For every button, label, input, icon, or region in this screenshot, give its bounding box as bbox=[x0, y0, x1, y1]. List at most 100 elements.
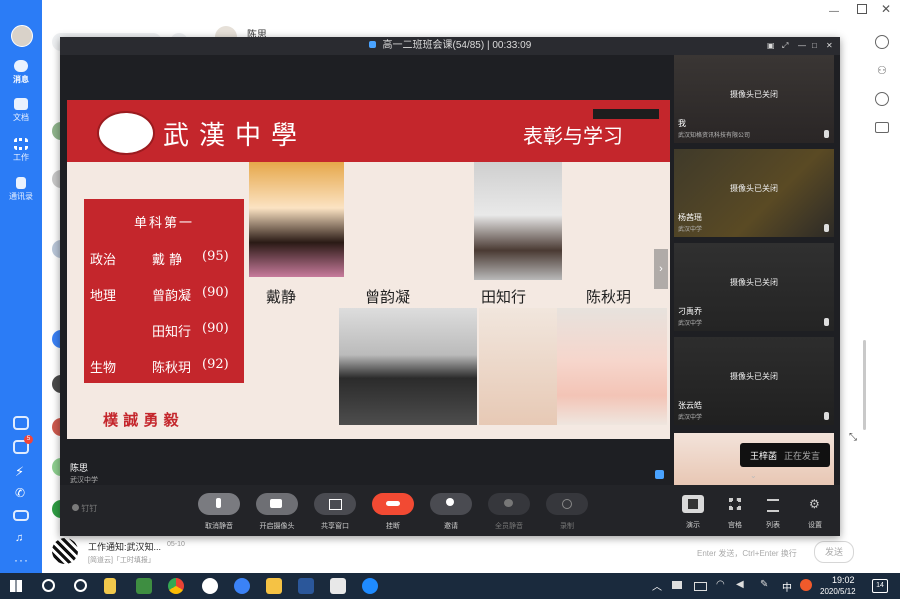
task-view-icon[interactable] bbox=[74, 579, 87, 592]
participant-tile[interactable]: 摄像头已关闭 我 武汉知格资讯科技有限公司 bbox=[674, 55, 834, 143]
close-button[interactable]: ✕ bbox=[826, 37, 833, 55]
sidebar-item-work[interactable]: 工作 bbox=[0, 138, 42, 163]
subject-label: 地理 bbox=[90, 289, 117, 304]
tray-chevron-icon[interactable]: ︿ bbox=[652, 578, 662, 593]
add-member-icon[interactable]: ⚇ bbox=[877, 64, 887, 77]
mic-muted-icon bbox=[824, 130, 829, 138]
slide-title: 表彰与学习 bbox=[523, 124, 623, 148]
notification-center-icon[interactable]: 14 bbox=[872, 579, 888, 593]
participant-name: 杨茜瑶 bbox=[678, 213, 702, 222]
scrollbar[interactable] bbox=[863, 340, 866, 430]
brand-label: 钉钉 bbox=[81, 504, 98, 513]
file-explorer-icon[interactable] bbox=[266, 578, 282, 594]
dingtalk-app-icon[interactable] bbox=[362, 578, 378, 594]
user-avatar[interactable] bbox=[11, 25, 33, 47]
sidebar-item-messages[interactable]: 消息 bbox=[0, 60, 42, 85]
volume-icon[interactable]: ◀ bbox=[736, 579, 744, 590]
student-score: (90) bbox=[202, 285, 229, 300]
clock-time[interactable]: 19:02 bbox=[832, 575, 855, 585]
minimize-button[interactable]: — bbox=[829, 6, 839, 17]
slide-decoration bbox=[479, 308, 557, 425]
participant-name: 刁禹乔 bbox=[678, 307, 702, 316]
sogou-icon[interactable] bbox=[800, 579, 812, 591]
mail-icon[interactable] bbox=[13, 510, 29, 521]
camera-button[interactable] bbox=[256, 493, 298, 515]
camera-off-label: 摄像头已关闭 bbox=[730, 278, 778, 287]
record-button[interactable] bbox=[546, 493, 588, 515]
settings-button[interactable]: ⚙ bbox=[804, 495, 826, 513]
student-caption: 陈秋玥 bbox=[586, 288, 632, 306]
student-photo bbox=[339, 308, 477, 425]
paint-app-icon[interactable] bbox=[330, 578, 346, 594]
student-caption: 曾韵凝 bbox=[365, 288, 411, 306]
participant-tile[interactable]: 摄像头已关闭 杨茜瑶 武汉中学 bbox=[674, 149, 834, 237]
sidebar-item-docs[interactable]: 文档 bbox=[0, 98, 42, 123]
student-name: 田知行 bbox=[152, 325, 192, 340]
history-icon[interactable] bbox=[875, 92, 889, 106]
layout-icon bbox=[688, 499, 698, 509]
layout-presentation-button[interactable] bbox=[682, 495, 704, 513]
dingtalk-icon bbox=[72, 504, 79, 511]
fullscreen-icon[interactable]: ⤢ bbox=[782, 37, 788, 55]
mic-muted-icon bbox=[824, 318, 829, 326]
slide-next-arrow[interactable]: › bbox=[654, 249, 668, 289]
clock-date[interactable]: 2020/5/12 bbox=[820, 587, 856, 596]
feather-app-icon[interactable] bbox=[234, 578, 250, 594]
chat-bubble-icon[interactable] bbox=[655, 470, 664, 479]
group-icon bbox=[504, 499, 513, 507]
camera-off-label: 摄像头已关闭 bbox=[730, 184, 778, 193]
unmute-button[interactable] bbox=[198, 493, 240, 515]
maximize-button[interactable]: □ bbox=[812, 37, 817, 55]
minimize-button[interactable]: — bbox=[798, 37, 806, 55]
hangup-button[interactable] bbox=[372, 493, 414, 515]
participant-org: 武汉中学 bbox=[678, 415, 703, 421]
collapse-chevron-icon[interactable]: ⌄ bbox=[750, 471, 757, 480]
list-item-date: 05-10 bbox=[167, 541, 185, 548]
layout-grid-button[interactable] bbox=[724, 495, 746, 513]
share-button[interactable] bbox=[314, 493, 356, 515]
ranking-row: 生物 陈秋玥 (92) bbox=[90, 357, 240, 376]
network-icon[interactable] bbox=[672, 581, 682, 589]
camera-icon bbox=[270, 499, 282, 508]
list-item[interactable]: 工作通知:武汉知... 05-10 [简道云]「工时填报」 bbox=[42, 533, 197, 573]
chrome-icon[interactable] bbox=[168, 578, 184, 594]
close-button[interactable]: ✕ bbox=[881, 2, 891, 16]
battery-icon[interactable] bbox=[694, 582, 707, 591]
layout-list-button[interactable] bbox=[762, 495, 784, 513]
participant-tile[interactable]: 摄像头已关闭 张云皓 武汉中学 bbox=[674, 337, 834, 425]
document-icon bbox=[14, 98, 28, 110]
mute-all-button[interactable] bbox=[488, 493, 530, 515]
school-name: 武漢中學 bbox=[163, 121, 308, 151]
invite-button[interactable] bbox=[430, 493, 472, 515]
folder-icon[interactable] bbox=[875, 122, 889, 133]
search-icon[interactable] bbox=[42, 579, 55, 592]
presenter-name: 陈思 bbox=[70, 463, 89, 473]
ime-indicator[interactable]: 中 bbox=[782, 579, 792, 594]
expand-icon[interactable]: ⤡ bbox=[849, 432, 857, 443]
word-icon[interactable] bbox=[298, 578, 314, 594]
slide-header: 武漢中學 表彰与学习 bbox=[67, 100, 670, 162]
maximize-button[interactable] bbox=[857, 4, 867, 14]
more-icon[interactable] bbox=[875, 35, 889, 49]
sidebar-item-contacts[interactable]: 通讯录 bbox=[0, 177, 42, 202]
bell-icon[interactable]: ♫ bbox=[15, 532, 23, 544]
browser-app-icon[interactable] bbox=[202, 578, 218, 594]
pen-icon[interactable]: ✎ bbox=[760, 579, 768, 590]
more-icon[interactable]: ··· bbox=[14, 553, 29, 567]
add-person-icon bbox=[446, 498, 454, 506]
student-caption: 戴静 bbox=[266, 288, 297, 306]
windows-start-icon[interactable] bbox=[10, 580, 22, 592]
lightning-icon[interactable]: ⚡ bbox=[15, 464, 24, 480]
participant-tile[interactable]: 摄像头已关闭 刁禹乔 武汉中学 bbox=[674, 243, 834, 331]
shared-slide: 武漢中學 表彰与学习 单科第一 政治 戴 静 (95) 地理 曾韵凝 (90) … bbox=[67, 100, 670, 439]
calendar-icon[interactable] bbox=[13, 416, 29, 430]
pip-icon[interactable]: ▣ bbox=[767, 37, 775, 55]
share-label: 共享窗口 bbox=[321, 523, 349, 530]
send-button[interactable]: 发送 bbox=[814, 541, 854, 563]
wifi-icon[interactable]: ◠ bbox=[716, 579, 725, 590]
spreadsheet-app-icon[interactable] bbox=[136, 578, 152, 594]
taskbar: ︿ ◠ ◀ ✎ 中 19:02 2020/5/12 14 bbox=[0, 573, 900, 599]
phone-icon[interactable]: ✆ bbox=[15, 486, 25, 500]
bookmark-app-icon[interactable] bbox=[104, 578, 116, 594]
student-photo bbox=[249, 162, 344, 277]
